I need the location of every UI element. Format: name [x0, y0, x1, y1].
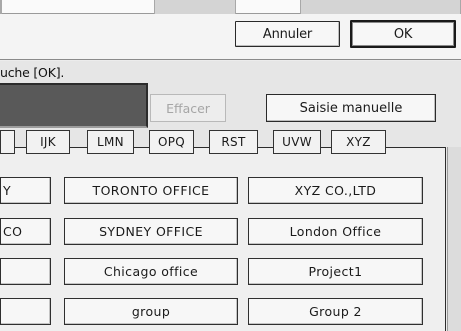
index-tab-opq[interactable]: OPQ — [149, 130, 194, 154]
address-entry[interactable]: TORONTO OFFICE — [64, 177, 238, 204]
index-tab-ijk[interactable]: IJK — [26, 130, 70, 154]
top-tab[interactable] — [154, 0, 236, 14]
ok-button[interactable]: OK — [350, 20, 456, 48]
index-tab-xyz[interactable]: XYZ — [331, 130, 386, 154]
index-tab-partial[interactable] — [0, 130, 15, 154]
top-tab-fragment — [0, 0, 2, 14]
index-tab-uvw[interactable]: UVW — [273, 130, 321, 154]
address-entry[interactable]: SYDNEY OFFICE — [64, 218, 238, 245]
instruction-text: uche [OK]. — [0, 65, 65, 80]
index-tab-lmn[interactable]: LMN — [87, 130, 134, 154]
address-entry[interactable]: London Office — [248, 218, 423, 245]
top-tab[interactable] — [300, 0, 461, 14]
address-entry[interactable] — [0, 298, 51, 325]
cancel-button[interactable]: Annuler — [235, 21, 340, 47]
destination-display-field — [0, 83, 148, 128]
address-entry[interactable] — [0, 258, 51, 285]
address-entry[interactable]: XYZ CO.,LTD — [248, 177, 423, 204]
address-entry[interactable]: group — [64, 298, 238, 325]
address-entry[interactable]: Group 2 — [248, 298, 423, 325]
address-entry[interactable]: CO — [0, 218, 51, 245]
address-entry[interactable]: Chicago office — [64, 258, 238, 285]
manual-entry-button[interactable]: Saisie manuelle — [266, 94, 436, 122]
address-entry[interactable]: Y — [0, 177, 51, 204]
list-scrollbar[interactable] — [447, 147, 461, 331]
clear-button[interactable]: Effacer — [150, 94, 226, 122]
index-tab-rst[interactable]: RST — [209, 130, 258, 154]
address-entry[interactable]: Project1 — [248, 258, 423, 285]
